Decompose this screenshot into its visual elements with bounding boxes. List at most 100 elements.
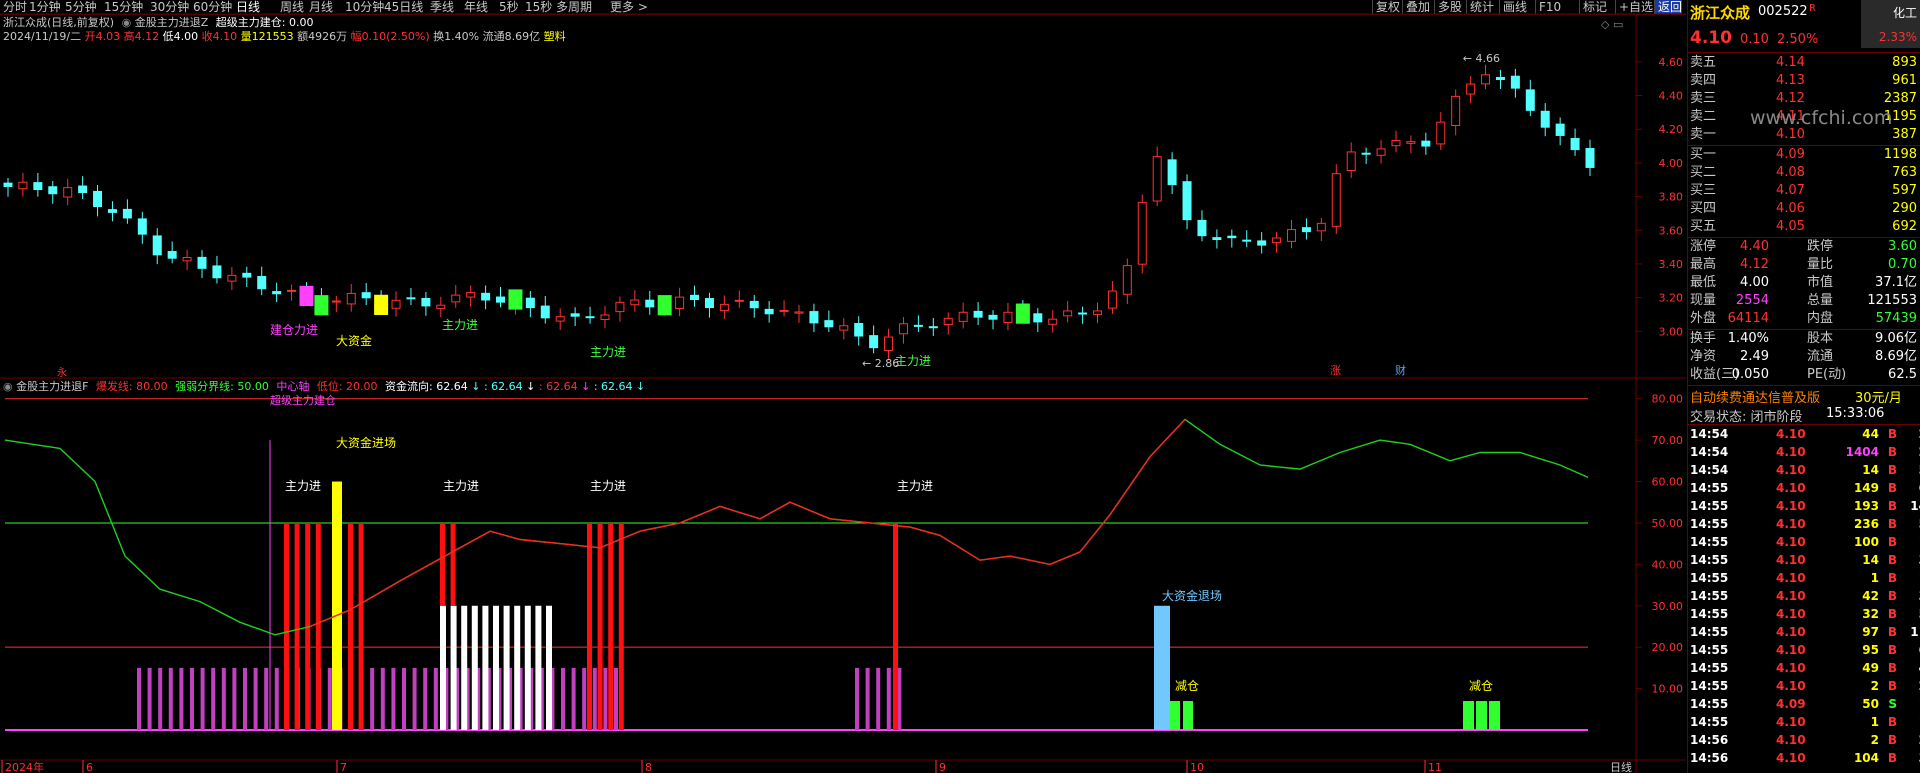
tick-row: 14:55 4.10 193 B 14 (1690, 497, 1920, 515)
tick-row: 14:554.1042B3 (1690, 587, 1920, 605)
candle-body (122, 208, 132, 219)
signal-annotation: 主力进 (590, 345, 626, 359)
tick-vol: 49 (1862, 661, 1879, 675)
candle-body (1391, 139, 1401, 147)
stat-v1: 4.00 (1740, 275, 1769, 290)
candle-body (466, 292, 476, 298)
bid-label: 买三 (1690, 183, 1717, 198)
price-tick-label: 3.80 (1659, 191, 1684, 204)
tick-price: 4.09 (1776, 697, 1806, 711)
price-tick-label: 3.60 (1659, 224, 1684, 237)
candle-body (257, 276, 267, 290)
weak-bar (274, 667, 279, 730)
candle-body (764, 308, 774, 315)
candle-body (1182, 181, 1192, 221)
x-axis-label: 7 (340, 761, 347, 773)
tick-side: B (1887, 517, 1897, 531)
stat2-row: 换手 1.40% 股本 9.06亿 (1690, 330, 1919, 347)
weak-bar (423, 667, 428, 730)
ad-price[interactable]: 30元/月 (1855, 387, 1902, 406)
price-tick-label: 4.20 (1659, 123, 1684, 136)
big-fund-exit-bar (1154, 605, 1170, 730)
tick-vol: 44 (1862, 427, 1879, 441)
candle-body (1212, 237, 1222, 241)
candle-body (33, 182, 43, 191)
candle-body (1361, 152, 1371, 155)
main-in-bar (348, 522, 353, 730)
candle-body (1197, 219, 1207, 237)
tick-side: B (1887, 535, 1897, 549)
weak-bar (327, 667, 332, 730)
tick-vol: 1404 (1845, 445, 1879, 459)
signal-annotation: 大资金 (336, 333, 372, 348)
weak-bar (370, 667, 375, 730)
strong-bar (524, 605, 531, 730)
candle-body (406, 297, 416, 300)
signal-candle (1015, 303, 1030, 324)
tick-side: B (1887, 679, 1897, 693)
candle-body (421, 297, 431, 307)
strong-bar (482, 605, 489, 730)
candle-body (18, 181, 28, 190)
sector-tag[interactable]: 化工 (1893, 4, 1917, 21)
candle-body (78, 185, 88, 194)
strong-bar (450, 605, 457, 730)
sub-axis-label: 40.00 (1652, 558, 1684, 571)
stat-v2: 57439 (1875, 311, 1917, 326)
candle-body (1540, 110, 1550, 128)
period-label: 日线 (1610, 760, 1632, 773)
candle-body (1331, 173, 1341, 227)
signal-annotation: 主力进 (442, 318, 478, 332)
ask-label: 卖二 (1690, 109, 1717, 124)
stat-v1: 4.40 (1740, 239, 1769, 254)
x-axis-label: 11 (1428, 761, 1442, 773)
weak-bar (886, 667, 891, 730)
ask-vol: 2387 (1883, 91, 1917, 106)
candle-body (585, 316, 595, 319)
candle-body (1510, 75, 1520, 89)
weak-bar (147, 667, 152, 730)
strong-bar (471, 605, 478, 730)
bid-row: 买五 4.05 692 (1690, 218, 1919, 235)
stat-v1: 2554 (1735, 293, 1769, 308)
tick-row: 14:554.101B1 (1690, 713, 1920, 731)
tick-row: 14:554.101B1 (1690, 569, 1920, 587)
bid-label: 买五 (1690, 219, 1717, 234)
weak-bar (168, 667, 173, 730)
candle-body (779, 309, 789, 312)
tick-price: 4.10 (1776, 553, 1806, 567)
stat2-v1: 1.40% (1727, 331, 1769, 346)
candle-body (346, 292, 356, 305)
candle-body (1570, 138, 1580, 151)
tick-vol: 95 (1862, 643, 1879, 657)
bid-label: 买四 (1690, 201, 1717, 216)
tick-side: B (1887, 625, 1897, 639)
tick-vol: 32 (1862, 607, 1879, 621)
ad-text[interactable]: 自动续费通达信普及版 (1690, 387, 1820, 406)
tick-vol: 50 (1862, 697, 1879, 711)
watermark: www.cfchi.com (1750, 107, 1893, 129)
tick-price: 4.10 (1776, 661, 1806, 675)
tick-vol: 14 (1862, 463, 1879, 477)
bid-vol: 597 (1892, 183, 1917, 198)
candle-body (1466, 83, 1476, 95)
candle-body (93, 190, 103, 208)
tick-price: 4.10 (1776, 607, 1806, 621)
tick-time: 14:55 (1690, 679, 1729, 693)
stat-l1: 涨停 (1690, 239, 1717, 254)
signal-candle (508, 289, 523, 310)
ask-price: 4.14 (1776, 55, 1805, 70)
kline-chart-canvas[interactable]: 4.60 4.40 4.20 4.00 3.80 3.60 3.40 3.20 3.00 建仓力进… (0, 0, 1686, 773)
candle-body (1033, 313, 1043, 323)
stat-l2: 市值 (1807, 275, 1834, 290)
candle-body (1495, 76, 1505, 81)
candle-body (212, 265, 222, 279)
reduce-bar (1183, 701, 1193, 730)
candle-body (107, 209, 117, 213)
ask-row: 卖三 4.12 2387 (1690, 90, 1919, 107)
tick-price: 4.10 (1776, 643, 1806, 657)
tick-side: B (1887, 607, 1897, 621)
ask-price: 4.12 (1776, 91, 1805, 106)
candle-body (525, 297, 535, 309)
bid-vol: 692 (1892, 219, 1917, 234)
